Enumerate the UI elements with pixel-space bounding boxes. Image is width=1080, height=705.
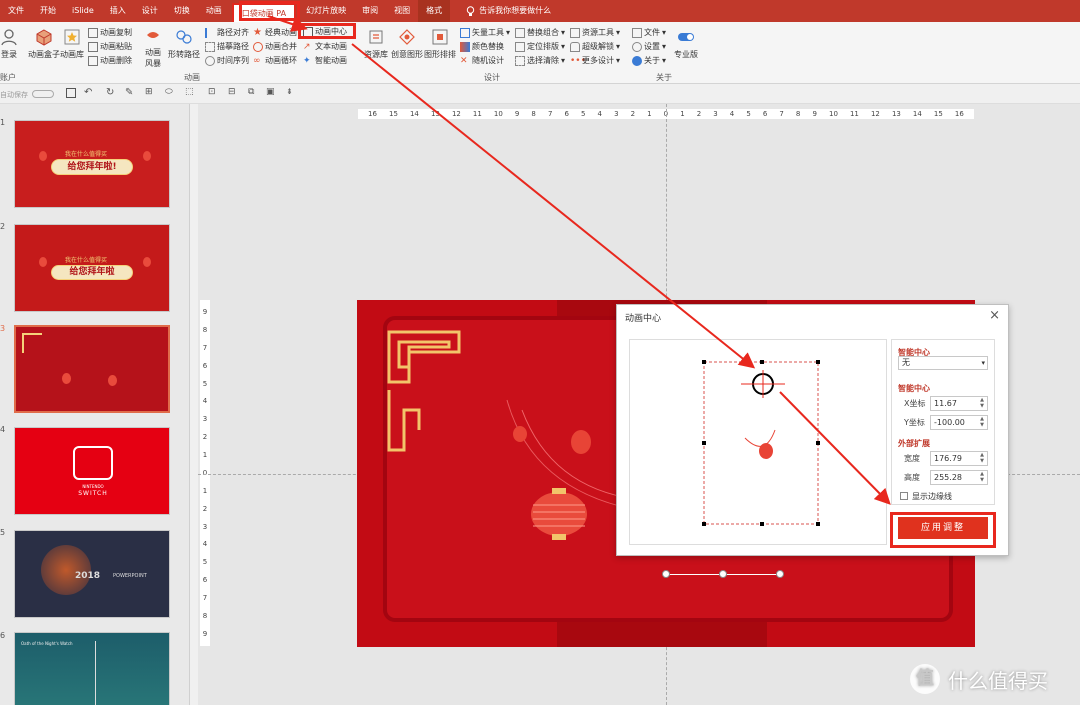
arrow-3: [779, 391, 891, 505]
arrow-2: [351, 43, 756, 369]
arrow-1: [267, 15, 308, 32]
annotation-arrows: [267, 15, 891, 505]
watermark-text: 什么值得买: [948, 668, 1048, 693]
watermark: 值 什么值得买: [910, 664, 1048, 694]
watermark-logo: 值: [910, 664, 940, 694]
